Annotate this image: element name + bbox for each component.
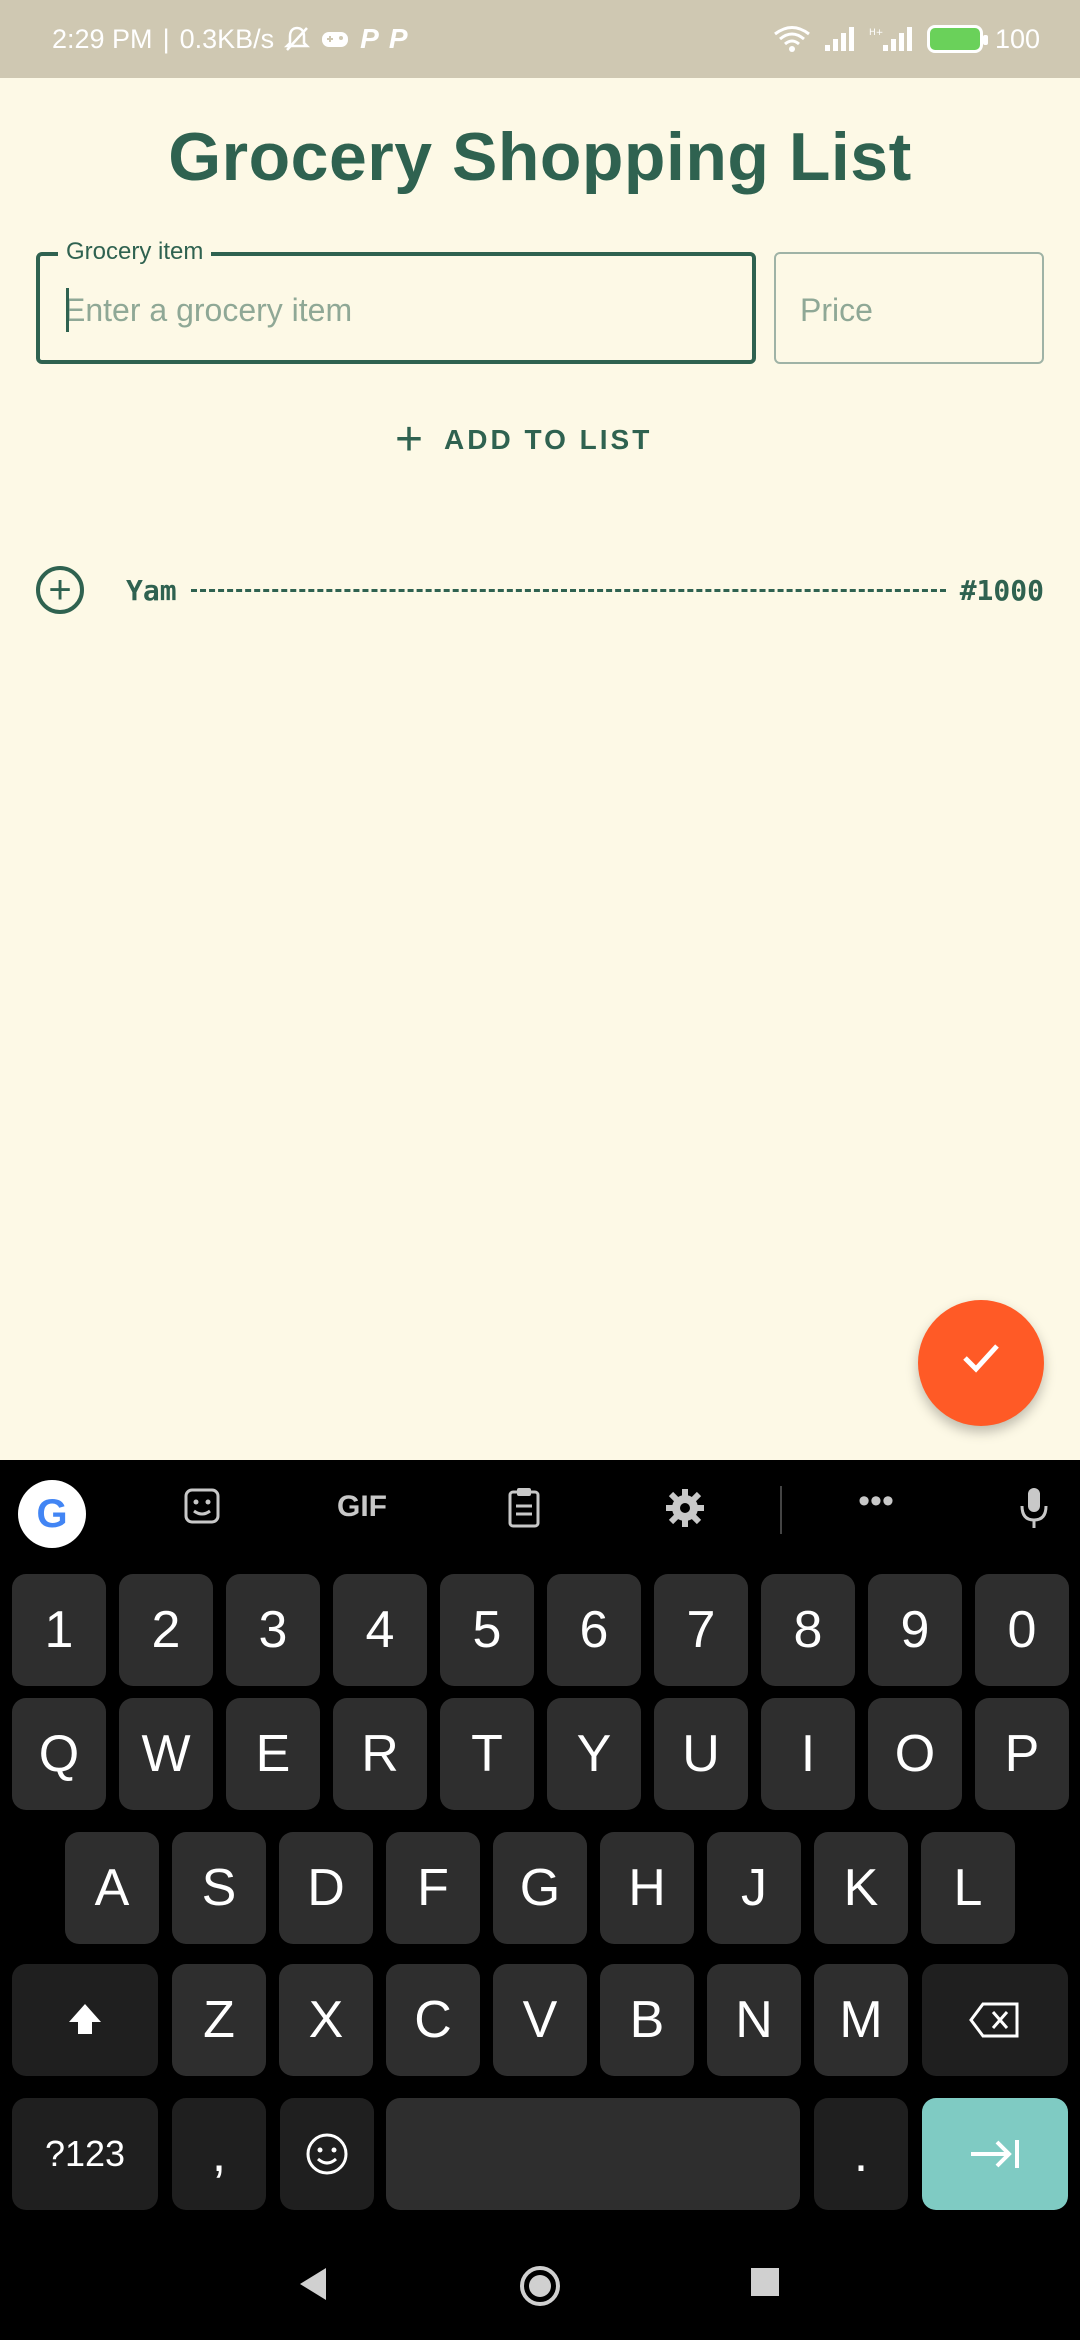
mute-bell-icon: [284, 25, 311, 53]
price-input[interactable]: [800, 282, 1020, 338]
key-9[interactable]: 9: [868, 1574, 962, 1686]
recents-icon[interactable]: [748, 2264, 782, 2309]
key-5[interactable]: 5: [440, 1574, 534, 1686]
status-bar: 2:29 PM | 0.3KB/s P P H+ 100: [0, 0, 1080, 78]
key-w[interactable]: W: [119, 1698, 213, 1810]
sticker-icon[interactable]: [172, 1486, 232, 1535]
more-options-icon[interactable]: •••: [846, 1482, 906, 1521]
grocery-item-label: Grocery item: [58, 238, 212, 266]
key-j[interactable]: J: [707, 1832, 801, 1944]
comma-key[interactable]: ,: [172, 2098, 266, 2210]
space-key[interactable]: [386, 2098, 800, 2210]
key-k[interactable]: K: [814, 1832, 908, 1944]
status-net-speed: 0.3KB/s: [179, 23, 275, 54]
key-o[interactable]: O: [868, 1698, 962, 1810]
key-4[interactable]: 4: [333, 1574, 427, 1686]
page-title: Grocery Shopping List: [168, 119, 912, 195]
status-divider: |: [162, 23, 170, 54]
key-p[interactable]: P: [975, 1698, 1069, 1810]
keyboard: G GIF ••• 1234567890 QWERTYUIOP ASDFGHJK…: [0, 1460, 1080, 2340]
key-g[interactable]: G: [493, 1832, 587, 1944]
battery-icon: [926, 25, 988, 53]
shift-key[interactable]: [12, 1964, 158, 2076]
key-y[interactable]: Y: [547, 1698, 641, 1810]
google-icon[interactable]: G: [18, 1480, 86, 1548]
microphone-icon[interactable]: [1004, 1486, 1064, 1539]
key-0[interactable]: 0: [975, 1574, 1069, 1686]
home-icon[interactable]: [518, 2264, 562, 2318]
price-field[interactable]: [774, 252, 1044, 364]
period-key[interactable]: .: [814, 2098, 908, 2210]
app-notification-icon: P: [360, 23, 379, 54]
key-d[interactable]: D: [279, 1832, 373, 1944]
confirm-fab-button[interactable]: [918, 1300, 1044, 1426]
item-name: Yam: [126, 573, 177, 607]
item-price: #1000: [959, 573, 1044, 607]
signal-icon: H+: [869, 25, 915, 53]
text-cursor: [66, 288, 69, 332]
checkmark-icon: [957, 1332, 1005, 1394]
key-q[interactable]: Q: [12, 1698, 106, 1810]
key-2[interactable]: 2: [119, 1574, 213, 1686]
key-1[interactable]: 1: [12, 1574, 106, 1686]
status-time: 2:29 PM: [52, 23, 153, 54]
backspace-key[interactable]: [922, 1964, 1068, 2076]
next-field-key[interactable]: [922, 2098, 1068, 2210]
signal-icon: [823, 25, 857, 53]
wifi-icon: [773, 25, 811, 53]
dashed-divider: [190, 588, 946, 592]
keyboard-toolbar: G GIF •••: [0, 1460, 1080, 1560]
back-icon[interactable]: [296, 2264, 330, 2314]
key-u[interactable]: U: [654, 1698, 748, 1810]
settings-gear-icon[interactable]: [655, 1486, 715, 1539]
key-r[interactable]: R: [333, 1698, 427, 1810]
toolbar-divider: [780, 1486, 782, 1534]
navigation-bar: [0, 2236, 1080, 2340]
key-z[interactable]: Z: [172, 1964, 266, 2076]
key-f[interactable]: F: [386, 1832, 480, 1944]
svg-text:H+: H+: [869, 28, 883, 38]
key-v[interactable]: V: [493, 1964, 587, 2076]
plus-icon: +: [395, 413, 427, 466]
symbols-key[interactable]: ?123: [12, 2098, 158, 2210]
key-t[interactable]: T: [440, 1698, 534, 1810]
key-i[interactable]: I: [761, 1698, 855, 1810]
key-3[interactable]: 3: [226, 1574, 320, 1686]
grocery-item-field[interactable]: Grocery item: [36, 238, 756, 364]
grocery-item-input[interactable]: [64, 282, 724, 338]
key-8[interactable]: 8: [761, 1574, 855, 1686]
emoji-key[interactable]: [280, 2098, 374, 2210]
key-b[interactable]: B: [600, 1964, 694, 2076]
battery-level: 100: [994, 23, 1040, 54]
key-a[interactable]: A: [65, 1832, 159, 1944]
add-circle-icon[interactable]: +: [36, 566, 84, 614]
add-to-list-button[interactable]: + ADD TO LIST: [395, 410, 652, 470]
key-l[interactable]: L: [921, 1832, 1015, 1944]
key-s[interactable]: S: [172, 1832, 266, 1944]
key-m[interactable]: M: [814, 1964, 908, 2076]
game-controller-icon: [320, 27, 350, 51]
add-to-list-label: ADD TO LIST: [444, 424, 653, 455]
gif-button[interactable]: GIF: [330, 1490, 394, 1524]
key-c[interactable]: C: [386, 1964, 480, 2076]
list-item: + Yam #1000: [36, 560, 1044, 620]
key-n[interactable]: N: [707, 1964, 801, 2076]
key-x[interactable]: X: [279, 1964, 373, 2076]
app-notification-icon: P: [388, 23, 408, 54]
key-6[interactable]: 6: [547, 1574, 641, 1686]
clipboard-icon[interactable]: [494, 1486, 554, 1539]
key-e[interactable]: E: [226, 1698, 320, 1810]
key-7[interactable]: 7: [654, 1574, 748, 1686]
key-h[interactable]: H: [600, 1832, 694, 1944]
